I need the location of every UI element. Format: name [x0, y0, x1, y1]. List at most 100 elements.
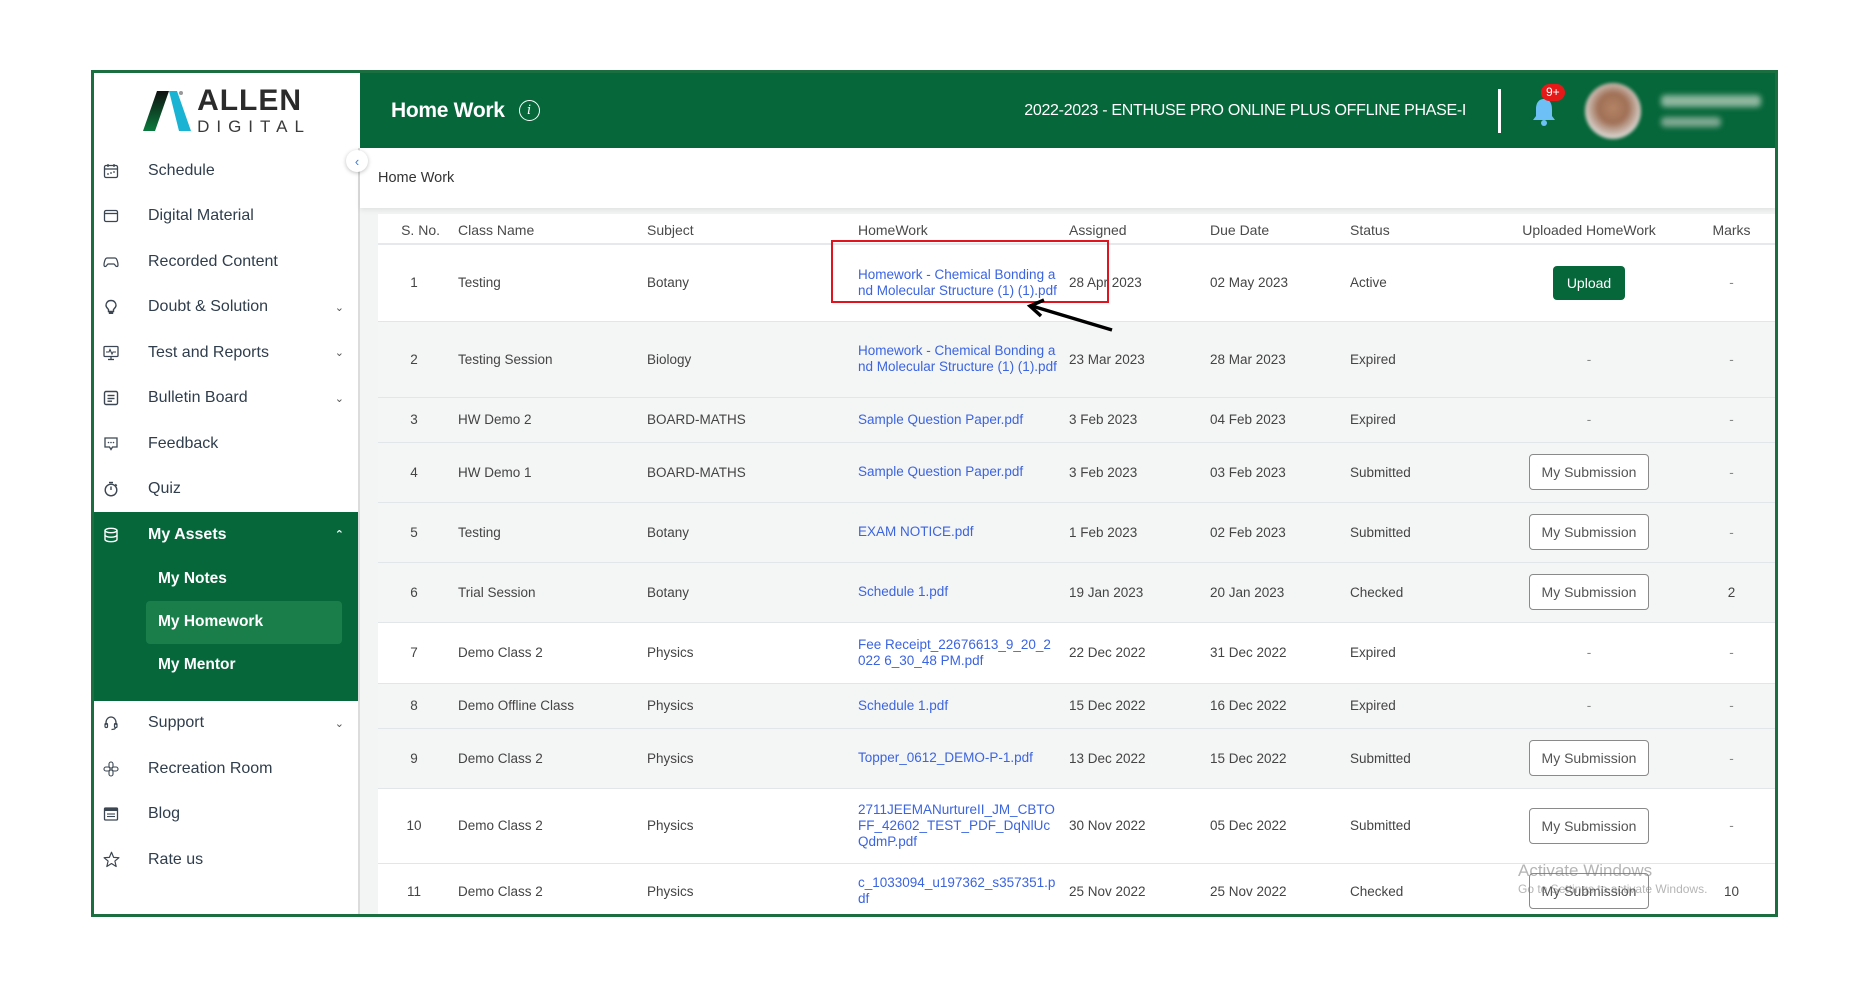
homework-file-link[interactable]: EXAM NOTICE.pdf [858, 524, 1057, 540]
cell-due-date: 15 Dec 2022 [1210, 728, 1350, 789]
homework-file-link[interactable]: Fee Receipt_22676613_9_20_2022 6_30_48 P… [858, 637, 1057, 669]
cell-sno: 11 [378, 863, 450, 914]
sidebar-item-digital-material[interactable]: Digital Material [94, 194, 358, 240]
main-content: Home Work S. No. Class Name Subject Home… [360, 148, 1775, 914]
upload-button[interactable]: Upload [1552, 265, 1626, 300]
cell-due-date: 05 Dec 2022 [1210, 788, 1350, 864]
cell-due-date: 20 Jan 2023 [1210, 562, 1350, 623]
homework-file-link[interactable]: Sample Question Paper.pdf [858, 412, 1057, 428]
cell-status: Expired [1350, 321, 1490, 398]
cell-homework: Homework - Chemical Bonding and Molecula… [858, 244, 1069, 322]
sidebar-item-label: Quiz [148, 480, 181, 498]
monitor-pulse-icon [102, 344, 120, 362]
notifications-button[interactable]: 9+ [1531, 83, 1565, 126]
cell-marks: - [1688, 788, 1775, 864]
cell-status: Checked [1350, 863, 1490, 914]
cell-status: Submitted [1350, 788, 1490, 864]
chevron-up-icon[interactable]: ⌃ [335, 528, 344, 541]
info-icon[interactable]: i [518, 100, 540, 121]
lightbulb-icon [102, 298, 120, 316]
cell-uploaded-homework: My Submission [1490, 788, 1688, 864]
sidebar-item-schedule[interactable]: Schedule [94, 148, 358, 194]
cell-marks: - [1688, 321, 1775, 398]
my-submission-button[interactable]: My Submission [1528, 740, 1650, 776]
table-header-row: S. No. Class Name Subject HomeWork Assig… [378, 214, 1775, 245]
cell-homework: EXAM NOTICE.pdf [858, 502, 1069, 563]
cell-assigned: 30 Nov 2022 [1069, 788, 1210, 864]
sidebar-item-recreation-room[interactable]: Recreation Room [94, 746, 358, 792]
collapse-sidebar-button[interactable]: ‹ [346, 150, 368, 172]
chevron-down-icon[interactable]: ⌄ [335, 301, 344, 314]
sidebar-item-test-and-reports[interactable]: Test and Reports ⌄ [94, 330, 358, 376]
homework-file-link[interactable]: c_1033094_u197362_s357351.pdf [858, 875, 1057, 907]
homework-file-link[interactable]: Topper_0612_DEMO-P-1.pdf [858, 750, 1057, 766]
sidebar-subitem-my-notes[interactable]: My Notes [146, 558, 342, 601]
table-row: 5 Testing Botany EXAM NOTICE.pdf 1 Feb 2023 0… [378, 502, 1775, 563]
cell-assigned: 28 Apr 2023 [1069, 244, 1210, 322]
cell-marks: - [1688, 244, 1775, 322]
sidebar-item-rate-us[interactable]: Rate us [94, 837, 358, 883]
chat-bubble-icon [102, 435, 120, 453]
cell-sno: 5 [378, 502, 450, 563]
table-row: 10 Demo Class 2 Physics 2711JEEMANurtureII_… [378, 788, 1775, 864]
cell-due-date: 02 Feb 2023 [1210, 502, 1350, 563]
cell-uploaded-homework: My Submission [1490, 863, 1688, 914]
column-header-assigned: Assigned [1069, 214, 1210, 245]
my-submission-button[interactable]: My Submission [1528, 574, 1650, 610]
allen-logo-icon [143, 90, 192, 131]
avatar[interactable] [1585, 82, 1641, 139]
cell-subject: Physics [647, 863, 858, 914]
my-submission-button[interactable]: My Submission [1528, 514, 1650, 550]
page-title: Home Work [391, 98, 505, 122]
sidebar-subitem-my-mentor[interactable]: My Mentor [146, 644, 342, 687]
cell-class-name: Demo Class 2 [450, 622, 647, 684]
my-submission-button[interactable]: My Submission [1528, 873, 1650, 909]
homework-file-link[interactable]: Schedule 1.pdf [858, 698, 1057, 714]
cell-subject: Physics [647, 622, 858, 684]
homework-file-link[interactable]: 2711JEEMANurtureII_JM_CBTOFF_42602_TEST_… [858, 802, 1057, 850]
cell-assigned: 22 Dec 2022 [1069, 622, 1210, 684]
cell-status: Checked [1350, 562, 1490, 623]
sidebar-item-label: Recorded Content [148, 252, 278, 270]
sidebar-item-feedback[interactable]: Feedback [94, 421, 358, 467]
chevron-down-icon[interactable]: ⌄ [335, 346, 344, 359]
table-row: 8 Demo Offline Class Physics Schedule 1.pdf… [378, 683, 1775, 729]
cell-uploaded-homework: - [1490, 683, 1688, 729]
cell-marks: - [1688, 442, 1775, 503]
sidebar-item-doubt-and-solution[interactable]: Doubt & Solution ⌄ [94, 285, 358, 331]
homework-file-link[interactable]: Sample Question Paper.pdf [858, 464, 1057, 480]
cell-status: Expired [1350, 622, 1490, 684]
homework-file-link[interactable]: Homework - Chemical Bonding and Molecula… [858, 267, 1057, 299]
sidebar-item-my-assets[interactable]: My Assets ⌃ [94, 512, 358, 558]
cell-class-name: Demo Class 2 [450, 788, 647, 864]
chevron-down-icon[interactable]: ⌄ [335, 717, 344, 730]
user-info-blurred[interactable] [1661, 94, 1761, 127]
cell-uploaded-homework: - [1490, 622, 1688, 684]
cell-status: Submitted [1350, 728, 1490, 789]
sidebar-item-recorded-content[interactable]: Recorded Content [94, 239, 358, 285]
sidebar-item-support[interactable]: Support ⌄ [94, 701, 358, 747]
cell-sno: 9 [378, 728, 450, 789]
course-name: 2022-2023 - ENTHUSE PRO ONLINE PLUS OFFL… [1024, 101, 1466, 119]
sidebar-item-blog[interactable]: Blog [94, 792, 358, 838]
sidebar-item-quiz[interactable]: Quiz [94, 467, 358, 513]
cell-uploaded-homework: My Submission [1490, 442, 1688, 503]
homework-table: S. No. Class Name Subject HomeWork Assig… [378, 214, 1775, 914]
my-submission-button[interactable]: My Submission [1528, 807, 1650, 844]
sidebar: ‹ Schedule Digital Material Recorded Conte… [94, 148, 368, 914]
table-row: 7 Demo Class 2 Physics Fee Receipt_22676613… [378, 622, 1775, 684]
cell-homework: Topper_0612_DEMO-P-1.pdf [858, 728, 1069, 789]
cell-uploaded-homework: Upload [1490, 244, 1688, 322]
cell-class-name: HW Demo 2 [450, 397, 647, 443]
sidebar-item-bulletin-board[interactable]: Bulletin Board ⌄ [94, 376, 358, 422]
chevron-down-icon[interactable]: ⌄ [335, 392, 344, 405]
homework-file-link[interactable]: Schedule 1.pdf [858, 584, 1057, 600]
sidebar-subitem-my-homework[interactable]: My Homework [146, 600, 342, 644]
cell-assigned: 15 Dec 2022 [1069, 683, 1210, 729]
logo[interactable]: ALLEN DIGITAL [94, 73, 360, 148]
cell-sno: 7 [378, 622, 450, 684]
my-submission-button[interactable]: My Submission [1528, 454, 1650, 490]
cell-marks: - [1688, 622, 1775, 684]
cell-subject: Physics [647, 683, 858, 729]
homework-file-link[interactable]: Homework - Chemical Bonding and Molecula… [858, 343, 1057, 375]
